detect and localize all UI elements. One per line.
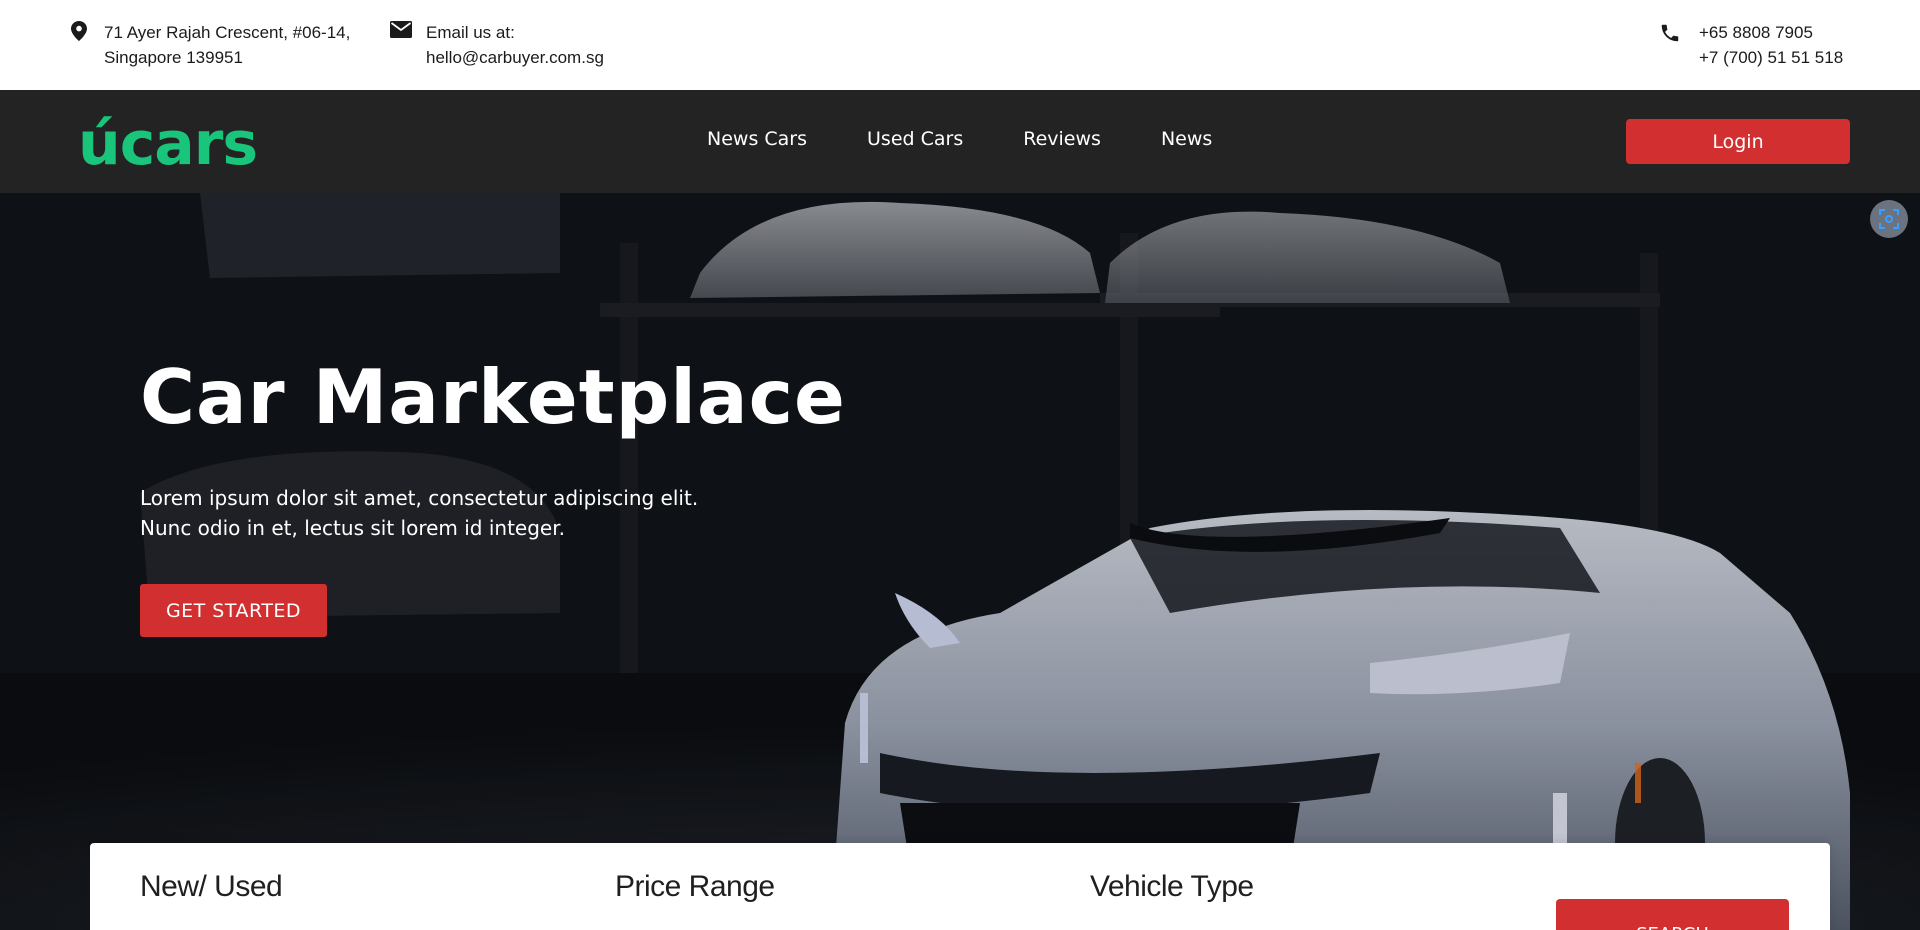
ucars-logo[interactable]: úcars: [78, 112, 268, 172]
vehicle-type-field[interactable]: Vehicle Type: [1090, 870, 1464, 904]
scan-icon[interactable]: [1870, 200, 1908, 238]
address-block: 71 Ayer Rajah Crescent, #06-14, Singapor…: [68, 20, 350, 70]
hero-banner: Car Marketplace Lorem ipsum dolor sit am…: [0, 193, 1920, 930]
nav-links: News Cars Used Cars Reviews News: [707, 128, 1272, 150]
price-range-label: Price Range: [615, 870, 775, 903]
new-used-label: New/ Used: [140, 870, 283, 903]
nav-news-cars[interactable]: News Cars: [707, 128, 807, 150]
address-line1: 71 Ayer Rajah Crescent, #06-14,: [104, 23, 351, 42]
vehicle-type-label: Vehicle Type: [1090, 870, 1254, 903]
price-range-field[interactable]: Price Range: [615, 870, 989, 904]
envelope-icon: [390, 21, 412, 43]
nav-reviews[interactable]: Reviews: [1023, 128, 1101, 150]
login-button[interactable]: Login: [1626, 119, 1850, 164]
nav-news[interactable]: News: [1161, 128, 1212, 150]
hero-subtitle-line2: Nunc odio in et, lectus sit lorem id int…: [140, 516, 565, 540]
hero-subtitle-line1: Lorem ipsum dolor sit amet, consectetur …: [140, 486, 699, 510]
hero-title: Car Marketplace: [140, 353, 846, 441]
new-used-field[interactable]: New/ Used: [140, 870, 514, 904]
hero-car-image: [0, 193, 1920, 930]
address-line2: Singapore 139951: [104, 48, 243, 67]
nav-used-cars[interactable]: Used Cars: [867, 128, 963, 150]
search-button[interactable]: SEARCH: [1556, 899, 1789, 930]
get-started-button[interactable]: GET STARTED: [140, 584, 327, 637]
search-panel: New/ Used Price Range Vehicle Type SEARC…: [90, 843, 1830, 930]
phone-icon: [1659, 21, 1681, 43]
phone-number-2[interactable]: +7 (700) 51 51 518: [1699, 45, 1843, 70]
phone-number-1[interactable]: +65 8808 7905: [1699, 20, 1843, 45]
location-pin-icon: [68, 21, 90, 43]
contact-bar: 71 Ayer Rajah Crescent, #06-14, Singapor…: [0, 0, 1920, 90]
logo-text: úcars: [78, 112, 257, 172]
email-label: Email us at:: [426, 23, 515, 42]
hero-subtitle: Lorem ipsum dolor sit amet, consectetur …: [140, 483, 760, 543]
email-address[interactable]: hello@carbuyer.com.sg: [426, 45, 604, 70]
phone-block: +65 8808 7905 +7 (700) 51 51 518: [1659, 20, 1843, 70]
email-block: Email us at: hello@carbuyer.com.sg: [390, 20, 604, 70]
main-navbar: úcars News Cars Used Cars Reviews News L…: [0, 90, 1920, 193]
